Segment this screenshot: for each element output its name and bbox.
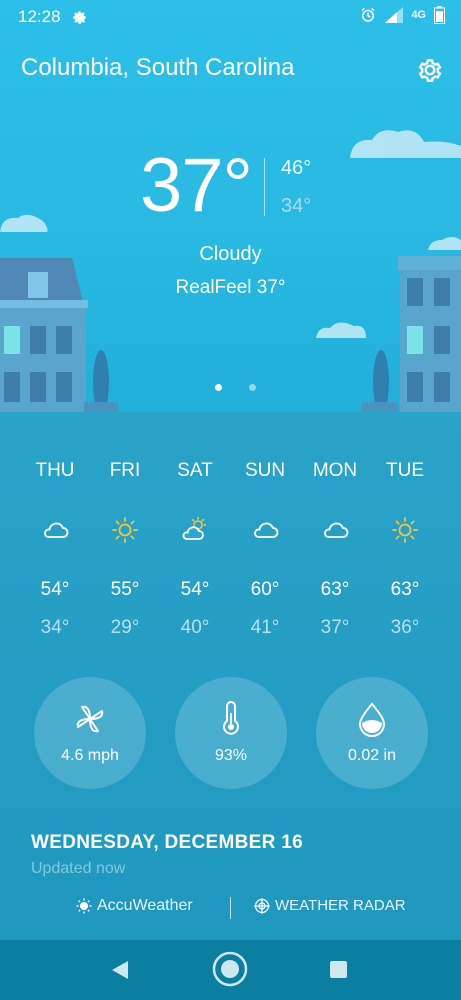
day-name: MON [312, 460, 358, 481]
page-indicator-1[interactable] [215, 384, 222, 391]
current-condition: Cloudy [199, 243, 262, 265]
page-indicator-2[interactable] [249, 384, 256, 391]
signal-icon [385, 7, 404, 23]
realfeel: RealFeel 37° [175, 277, 286, 298]
day-low: 36° [390, 617, 420, 638]
day-low: 34° [40, 617, 70, 638]
gear-icon [72, 10, 86, 24]
temp-divider [264, 158, 265, 216]
cloud-icon [44, 522, 69, 538]
sun-icon [392, 517, 418, 543]
sun-icon [112, 517, 138, 543]
partly-sunny-icon [182, 516, 207, 540]
day-name: SAT [177, 460, 213, 481]
day-name: TUE [386, 460, 424, 481]
radar-icon [254, 897, 270, 914]
precipitation-value: 0.02 in [347, 747, 397, 764]
water-drop-icon [358, 702, 386, 737]
today-high: 46° [281, 157, 312, 179]
alarm-icon [361, 7, 375, 22]
cloud-icon [324, 522, 349, 538]
accuweather-sun-icon [76, 898, 92, 914]
weather-radar-label: WEATHER RADAR [275, 897, 406, 914]
accuweather-label: AccuWeather [97, 897, 193, 914]
day-name: THU [35, 460, 75, 481]
cloud-icon [254, 522, 279, 538]
network-type: 4G [411, 9, 426, 21]
home-icon[interactable] [212, 951, 248, 987]
location-title[interactable]: Columbia, South Carolina [21, 54, 294, 82]
updated-text: Updated now [31, 860, 126, 877]
day-high: 63° [390, 579, 420, 600]
day-high: 63° [320, 579, 350, 600]
thermometer-icon [223, 701, 239, 735]
status-time: 12:28 [18, 7, 61, 26]
day-high: 60° [250, 579, 280, 600]
status-icons: 4G [359, 6, 445, 24]
wind-card[interactable]: 4.6 mph [34, 677, 146, 789]
today-low: 34° [281, 195, 312, 217]
recents-icon[interactable] [329, 960, 348, 979]
back-icon[interactable] [110, 959, 130, 981]
day-high: 54° [180, 579, 210, 600]
status-bar: 12:28 4G [0, 0, 461, 34]
date-label: WEDNESDAY, DECEMBER 16 [31, 832, 303, 853]
day-low: 29° [110, 617, 140, 638]
humidity-card[interactable]: 93% [175, 677, 287, 789]
day-high: 55° [110, 579, 140, 600]
precipitation-card[interactable]: 0.02 in [316, 677, 428, 789]
day-name: FRI [109, 460, 141, 481]
navigation-bar [0, 940, 461, 1000]
brand-row: AccuWeather WEATHER RADAR [0, 893, 461, 923]
brand-divider [230, 897, 231, 919]
day-low: 40° [180, 617, 210, 638]
current-temperature: 37° [140, 143, 253, 228]
day-name: SUN [244, 460, 286, 481]
humidity-value: 93% [214, 747, 248, 764]
fan-icon [76, 705, 104, 733]
weather-radar-link[interactable]: WEATHER RADAR [254, 897, 406, 914]
day-low: 41° [250, 617, 280, 638]
battery-icon [434, 6, 445, 24]
settings-gear-icon[interactable] [414, 54, 446, 86]
accuweather-link[interactable]: AccuWeather [76, 897, 193, 915]
wind-speed: 4.6 mph [61, 747, 119, 764]
day-low: 37° [320, 617, 350, 638]
day-high: 54° [40, 579, 70, 600]
